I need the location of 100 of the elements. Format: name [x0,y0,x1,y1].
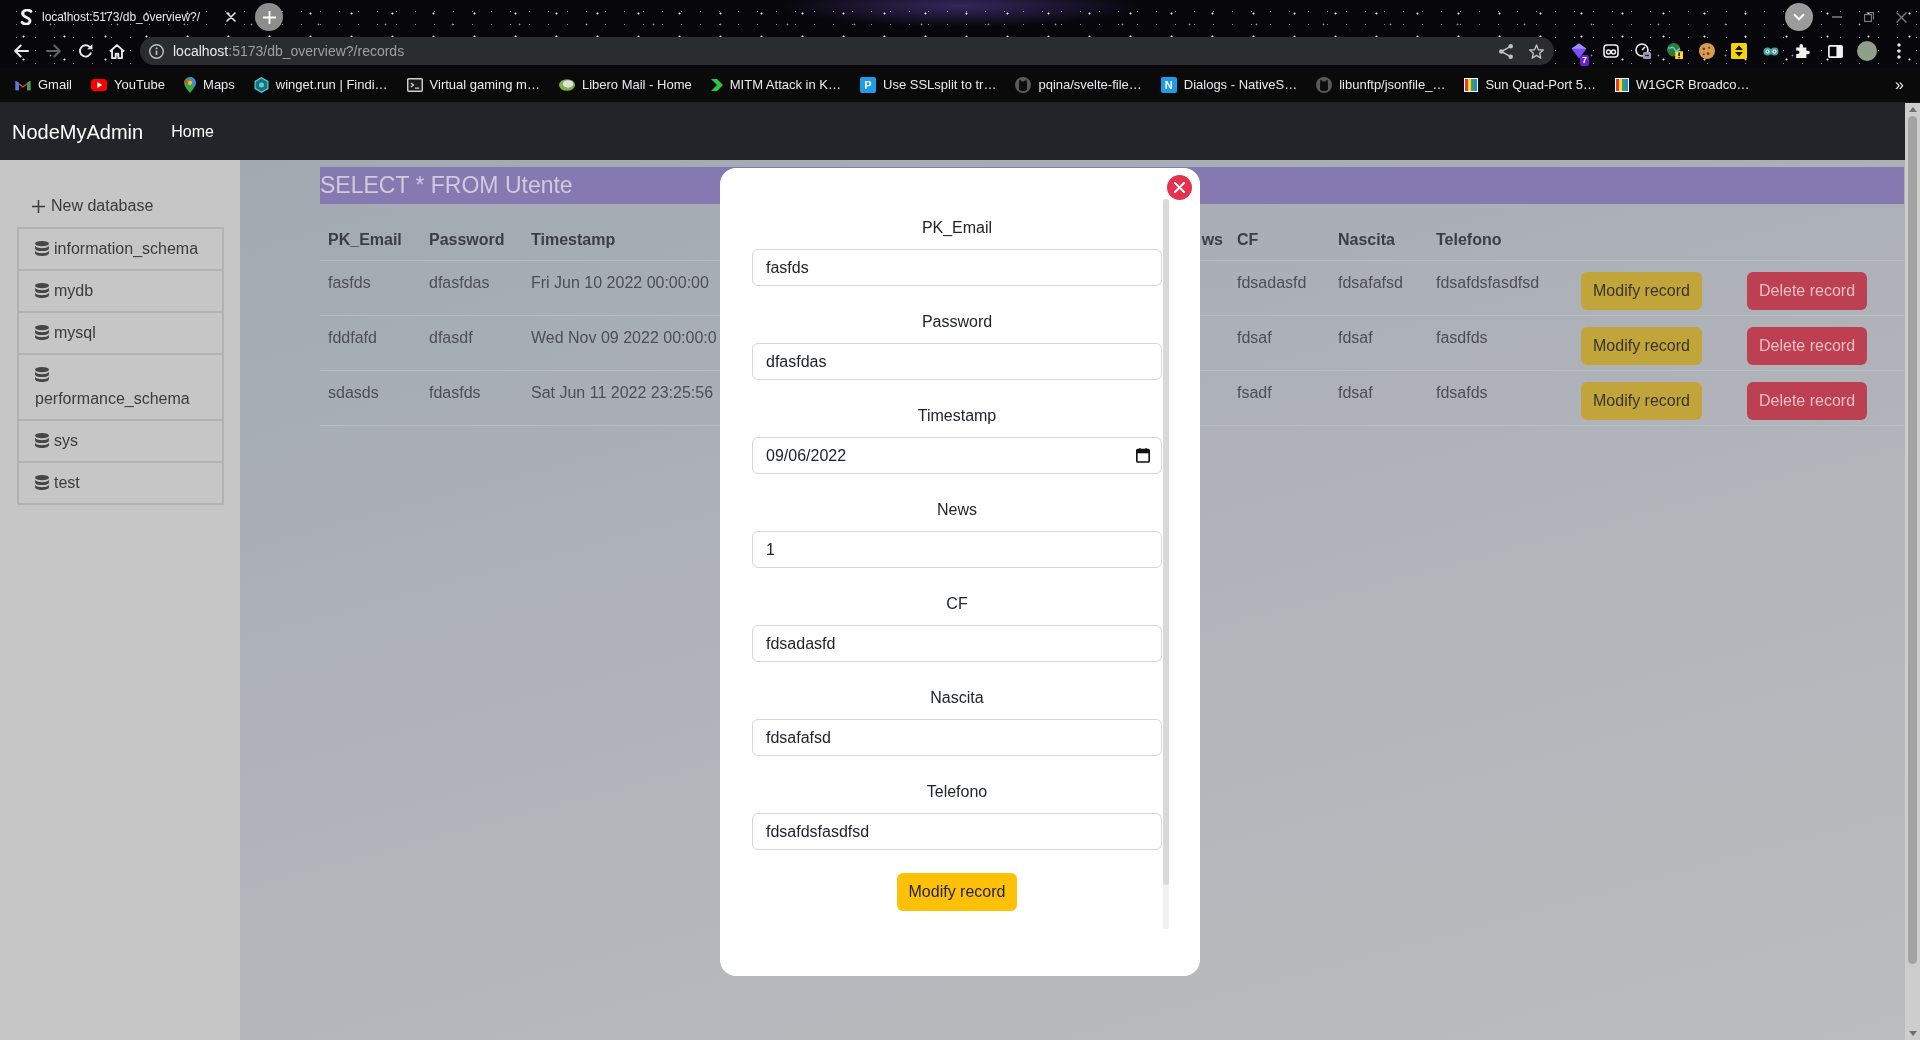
table-cell: sdasds [328,384,379,401]
puzzle-icon[interactable] [1796,44,1810,58]
table-cell: Wed Nov 09 2022 00:00:0 [531,329,717,346]
restore-icon[interactable] [1864,12,1874,22]
caret-down-icon[interactable] [1908,1031,1917,1036]
color-bars-icon [1464,78,1479,92]
table-cell: dfasfdas [429,274,490,291]
table-cell: fdasfds [429,384,481,401]
cat-icon [1316,77,1333,93]
scrollbar[interactable] [1905,103,1920,1040]
table-cell: fasdfds [1436,329,1488,346]
nav-link[interactable]: Home [171,119,214,144]
database-icon [35,433,49,448]
field-label: PK_Email [920,218,994,238]
modify-record-button[interactable]: Modify record [1581,272,1702,310]
new-database-button[interactable]: New database [16,194,154,218]
reload-icon[interactable] [77,43,93,59]
database-icon [35,283,49,298]
table-cell: Fri Jun 10 2022 00:00:00 [531,274,709,291]
address-bar[interactable]: localhost:5173/db_overview?/records [140,37,1554,65]
bookmark-item[interactable]: libunftp/jsonfile_… [1316,75,1446,95]
extension-badge: 7 [1580,55,1589,66]
sort-arrows-icon[interactable] [1731,43,1747,59]
bookmark-item[interactable]: N Dialogs - NativeS… [1160,75,1298,95]
home-icon[interactable] [109,43,125,59]
browser-tab[interactable]: localhost:5173/db_overview?/ [20,3,236,31]
calendar-icon[interactable] [1136,448,1150,463]
column-header: CF [1237,231,1259,248]
bookmark-item[interactable]: Virtual gaming m… [406,75,540,95]
more-icon[interactable] [1897,43,1901,59]
sidebar-item[interactable]: sys [17,421,224,463]
table-cell: fdsaf [1338,384,1373,401]
table-cell: fdsafds [1436,384,1488,401]
bookmark-item[interactable]: pqina/svelte-file… [1015,75,1142,95]
table-cell: fdsafdsfasdfsd [1436,274,1540,291]
bookmark-item[interactable]: W1GCR Broadco… [1615,75,1750,95]
database-icon [35,367,49,382]
brand-link[interactable]: NodeMyAdmin [12,116,144,147]
hexagon-icon [253,77,269,93]
text-field[interactable]: fdsadasfd [752,625,1162,662]
play-icon [90,79,107,91]
field-label: News [936,500,978,520]
face-icon[interactable] [1603,44,1619,58]
text-field[interactable]: fasfds [752,249,1162,286]
diamond-icon[interactable] [1571,43,1587,59]
date-field[interactable]: 09/06/2022 [752,437,1162,474]
table-cell: dfasdf [429,329,473,346]
goggles-icon[interactable] [1763,46,1779,56]
sidebar-item[interactable]: mydb [17,271,224,313]
new-tab-button[interactable] [255,3,283,31]
table-cell: fdsafafsd [1338,274,1403,291]
table-cell: fsadf [1237,384,1272,401]
column-header: Timestamp [531,231,616,248]
avatar-icon[interactable] [1857,41,1877,61]
text-field[interactable]: dfasfdas [752,343,1162,380]
text-field[interactable]: fdsafdsfasdfsd [752,813,1162,850]
side-panel-icon[interactable] [1827,44,1843,58]
globe-alert-icon[interactable] [1667,43,1683,59]
column-header: Password [429,231,505,248]
field-label: Nascita [929,688,985,708]
bookmark-item[interactable]: winget.run | Findi… [253,75,388,95]
tab-search-button[interactable] [1785,3,1813,31]
oval-icon [558,79,575,91]
sidebar-item[interactable]: mysql [17,313,224,355]
bookmark-item[interactable]: MITM Attack in K… [710,75,841,95]
caret-up-icon[interactable] [1908,107,1917,112]
more-bookmarks-button[interactable]: » [1895,73,1904,97]
gauge-icon[interactable] [1635,43,1651,59]
close-icon [1174,182,1185,193]
share-icon[interactable] [1499,43,1513,59]
sidebar-item[interactable]: test [17,463,224,505]
text-field[interactable]: 1 [752,531,1162,568]
close-button[interactable] [1167,175,1192,200]
field-label: Password [920,312,994,332]
field-label: CF [945,594,969,614]
bookmark-item[interactable]: Sun Quad-Port 5… [1464,75,1596,95]
modify-record-button[interactable]: Modify record [1581,327,1702,365]
modify-record-button[interactable]: Modify record [1581,382,1702,420]
modify-record-button[interactable]: Modify record [896,873,1018,911]
bookmark-item[interactable]: YouTube [90,75,166,95]
bookmark-item[interactable]: Gmail [15,75,72,95]
cookie-icon[interactable] [1699,43,1715,59]
chevron-icon [710,79,723,91]
star-icon[interactable] [1529,43,1544,59]
bookmark-item[interactable]: Libero Mail - Home [558,75,692,95]
sidebar-item[interactable]: performance_schema [17,355,224,421]
bookmark-item[interactable]: Maps [184,75,235,95]
column-header: PK_Email [328,231,402,248]
sidebar-item[interactable]: information_schema [17,227,224,271]
scrollbar-thumb[interactable] [1908,116,1917,964]
text-field[interactable]: fdsafafsd [752,719,1162,756]
table-cell: fddfafd [328,329,377,346]
arrow-left-icon[interactable] [13,44,29,58]
swirl-icon [20,9,33,25]
column-header: Nascita [1338,231,1395,248]
field-label: Timestamp [916,406,998,426]
plus-icon [32,199,45,213]
info-icon[interactable] [149,43,164,59]
bookmark-item[interactable]: P Use SSLsplit to tr… [860,75,997,95]
table-cell: Sat Jun 11 2022 23:25:56 [531,384,714,401]
